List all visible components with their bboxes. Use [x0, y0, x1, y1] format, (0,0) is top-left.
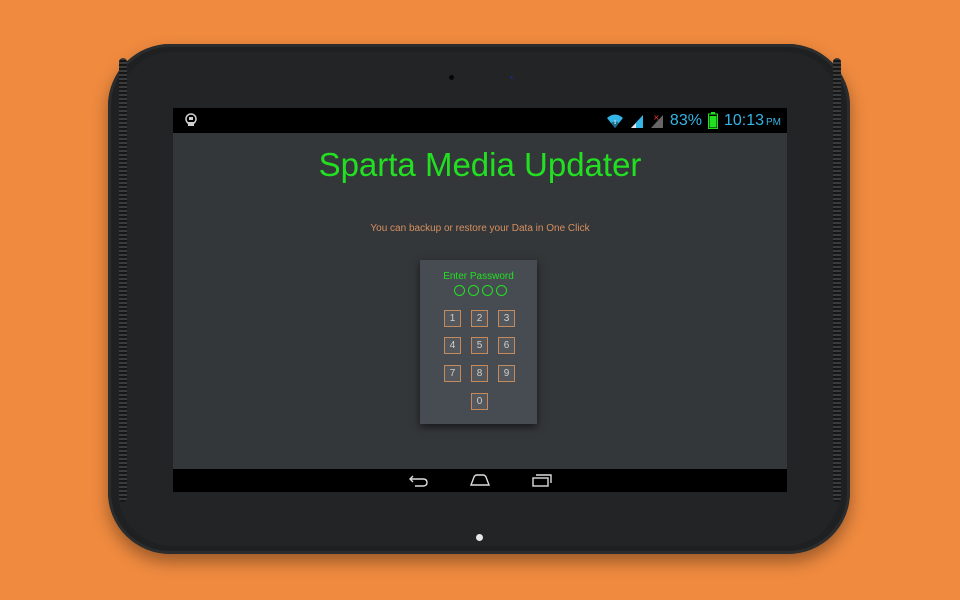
status-clock: 10:13 PM	[724, 112, 781, 130]
recent-apps-icon[interactable]	[530, 473, 554, 488]
status-icons: ↕ × 83% 10:13 PM	[600, 108, 781, 133]
screen: ↕ × 83% 10:13 PM Sparta Media Updater You…	[173, 108, 787, 492]
status-bar: ↕ × 83% 10:13 PM	[173, 108, 787, 133]
keypad-key-4[interactable]: 4	[444, 337, 461, 354]
signal-icon	[630, 114, 643, 128]
light-sensor	[510, 76, 513, 79]
app-notification-icon	[185, 113, 197, 126]
front-camera	[449, 75, 454, 80]
keypad-key-3[interactable]: 3	[498, 310, 515, 327]
home-icon[interactable]	[468, 473, 492, 488]
svg-text:↕: ↕	[613, 120, 617, 126]
svg-text:×: ×	[653, 113, 660, 122]
password-card: Enter Password 1234567890	[420, 260, 537, 424]
app-title: Sparta Media Updater	[318, 146, 642, 183]
battery-icon	[707, 112, 718, 129]
app-subtitle: You can backup or restore your Data in O…	[370, 223, 590, 234]
signal-no-sim-icon: ×	[650, 113, 663, 128]
keypad-key-7[interactable]: 7	[444, 365, 461, 382]
keypad-key-2[interactable]: 2	[471, 310, 488, 327]
notification-led	[476, 534, 483, 541]
keypad-key-0[interactable]: 0	[471, 393, 488, 410]
keypad-key-9[interactable]: 9	[498, 365, 515, 382]
clock-ampm: PM	[766, 116, 781, 128]
keypad-key-1[interactable]: 1	[444, 310, 461, 327]
speaker-grille-left	[119, 58, 127, 502]
wifi-icon: ↕	[606, 114, 623, 128]
keypad-key-5[interactable]: 5	[471, 337, 488, 354]
speaker-grille-right	[833, 58, 841, 502]
keypad: 123 456 7890	[420, 260, 537, 424]
battery-percentage: 83%	[669, 111, 702, 129]
keypad-key-6[interactable]: 6	[498, 337, 515, 354]
keypad-key-8[interactable]: 8	[471, 365, 488, 382]
back-icon[interactable]	[407, 473, 431, 488]
navigation-bar	[173, 469, 787, 492]
clock-time: 10:13	[723, 111, 764, 129]
